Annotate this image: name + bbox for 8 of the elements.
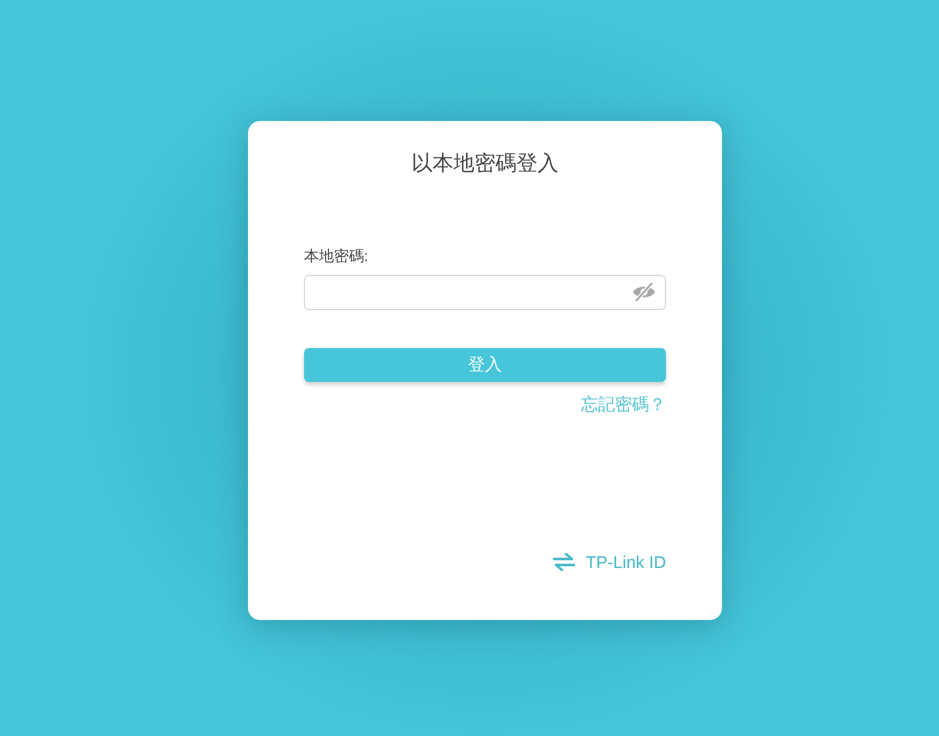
eye-slash-icon[interactable] [631, 282, 657, 302]
forgot-password-link[interactable]: 忘記密碼？ [581, 392, 666, 418]
field-label: 本地密碼: [304, 247, 370, 268]
swap-arrows-icon [552, 553, 576, 572]
tp-link-id-link[interactable]: TP-Link ID [552, 550, 666, 575]
password-field[interactable] [304, 274, 666, 310]
dialog-title: 以本地密碼登入 [410, 151, 560, 176]
login-button[interactable]: 登入 [304, 348, 666, 382]
